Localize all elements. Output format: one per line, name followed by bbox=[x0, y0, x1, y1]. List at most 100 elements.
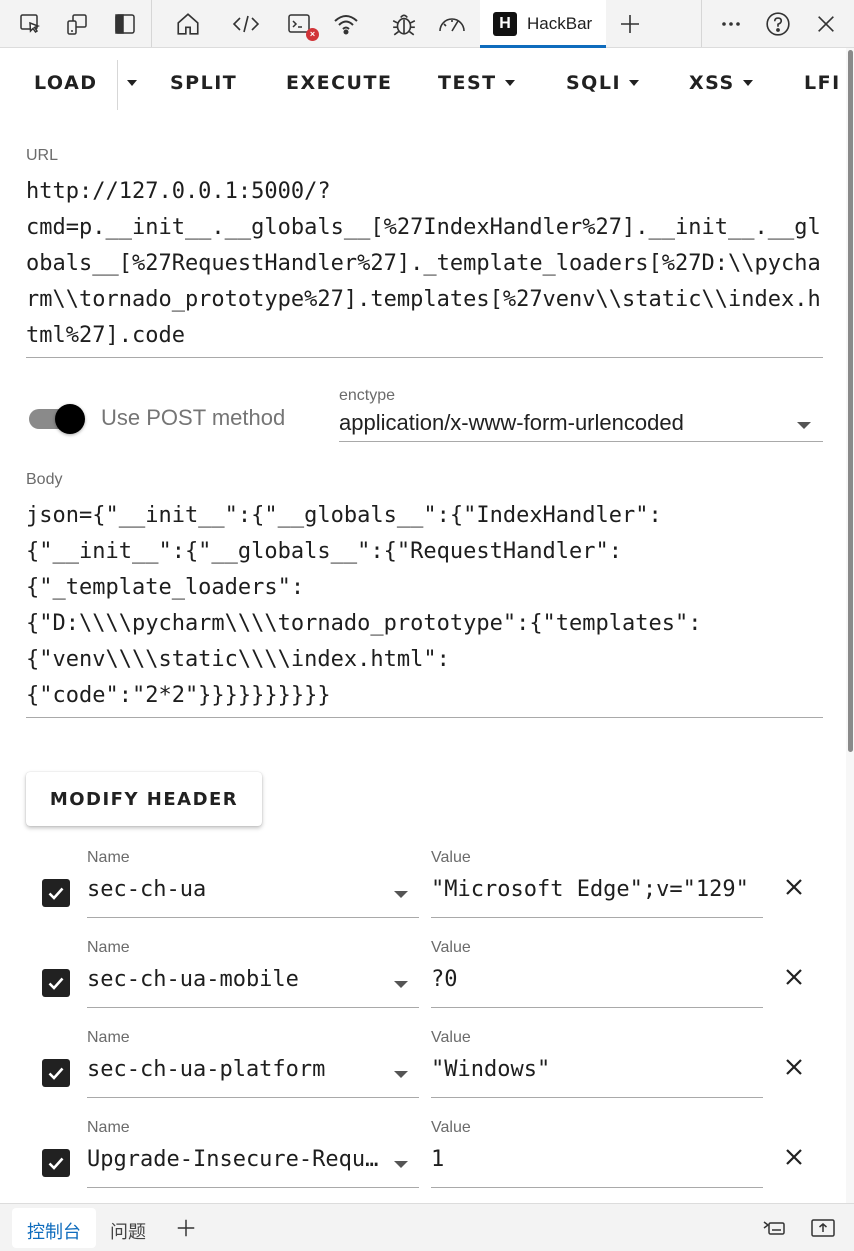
header-name-input[interactable]: sec-ch-ua-mobile bbox=[87, 967, 387, 992]
remove-icon[interactable] bbox=[782, 965, 806, 989]
test-menu-label: TEST bbox=[438, 72, 497, 94]
add-tab-icon[interactable] bbox=[614, 8, 646, 40]
more-icon[interactable] bbox=[715, 8, 747, 40]
header-enabled-checkbox[interactable] bbox=[42, 879, 70, 907]
dock-side-icon[interactable] bbox=[109, 8, 141, 40]
header-value-label: Value bbox=[431, 939, 471, 956]
sqli-menu-button[interactable]: SQLI bbox=[566, 66, 640, 100]
header-name-underline bbox=[87, 1097, 419, 1098]
test-menu-button[interactable]: TEST bbox=[438, 66, 515, 100]
toolbar-divider bbox=[701, 0, 702, 47]
modify-header-button[interactable]: MODIFY HEADER bbox=[26, 772, 262, 826]
network-icon[interactable] bbox=[330, 8, 362, 40]
header-name-underline bbox=[87, 917, 419, 918]
chevron-down-icon bbox=[629, 80, 640, 86]
bug-icon[interactable] bbox=[388, 8, 420, 40]
header-row: Name sec-ch-ua Value "Microsoft Edge";v=… bbox=[0, 849, 846, 939]
header-name-underline bbox=[87, 1187, 419, 1188]
header-enabled-checkbox[interactable] bbox=[42, 1149, 70, 1177]
console-icon[interactable]: × bbox=[284, 8, 319, 41]
check-icon bbox=[48, 887, 64, 900]
enctype-label: enctype bbox=[339, 387, 396, 404]
post-toggle[interactable] bbox=[55, 404, 85, 434]
url-input[interactable]: http://127.0.0.1:5000/? cmd=p.__init__._… bbox=[26, 174, 823, 354]
chevron-down-icon[interactable] bbox=[394, 981, 408, 988]
header-name-label: Name bbox=[87, 939, 130, 956]
header-name-input[interactable]: Upgrade-Insecure-Requests bbox=[87, 1147, 387, 1172]
header-name-label: Name bbox=[87, 1119, 130, 1136]
remove-icon[interactable] bbox=[782, 875, 806, 899]
remove-icon[interactable] bbox=[782, 1145, 806, 1169]
header-value-input[interactable]: "Microsoft Edge";v="129" bbox=[431, 877, 763, 902]
chevron-down-icon bbox=[127, 80, 137, 86]
header-value-label: Value bbox=[431, 1029, 471, 1046]
xss-menu-label: XSS bbox=[689, 72, 735, 94]
toolbar-divider bbox=[151, 0, 152, 47]
header-value-input[interactable]: "Windows" bbox=[431, 1057, 763, 1082]
tab-hackbar[interactable]: H HackBar bbox=[480, 0, 606, 48]
scrollbar-thumb[interactable] bbox=[848, 50, 853, 752]
close-icon[interactable] bbox=[810, 8, 842, 40]
post-method-label: Use POST method bbox=[101, 405, 286, 430]
header-value-input[interactable]: ?0 bbox=[431, 967, 763, 992]
chevron-down-icon bbox=[504, 80, 515, 86]
header-enabled-checkbox[interactable] bbox=[42, 1059, 70, 1087]
home-icon[interactable] bbox=[172, 8, 204, 40]
error-badge: × bbox=[306, 28, 319, 41]
header-name-underline bbox=[87, 1007, 419, 1008]
header-row: Name sec-ch-ua-mobile Value ?0 bbox=[0, 939, 846, 1029]
hackbar-toolbar: LOAD SPLIT EXECUTE TEST SQLI XSS LFI bbox=[0, 52, 846, 114]
header-value-label: Value bbox=[431, 1119, 471, 1136]
check-icon bbox=[48, 1067, 64, 1080]
header-name-label: Name bbox=[87, 849, 130, 866]
drawer-toolbar: 控制台 问题 bbox=[0, 1203, 854, 1251]
load-button[interactable]: LOAD bbox=[34, 66, 98, 100]
header-value-label: Value bbox=[431, 849, 471, 866]
lfi-menu-button[interactable]: LFI bbox=[804, 66, 846, 100]
header-value-underline bbox=[431, 1097, 763, 1098]
xss-menu-button[interactable]: XSS bbox=[689, 66, 753, 100]
header-value-underline bbox=[431, 917, 763, 918]
header-name-input[interactable]: sec-ch-ua-platform bbox=[87, 1057, 387, 1082]
tab-issues[interactable]: 问题 bbox=[110, 1218, 146, 1244]
remove-icon[interactable] bbox=[782, 1055, 806, 1079]
code-icon[interactable] bbox=[230, 8, 262, 40]
enctype-select[interactable]: application/x-www-form-urlencoded bbox=[339, 410, 684, 436]
header-value-input[interactable]: 1 bbox=[431, 1147, 763, 1172]
body-underline bbox=[26, 717, 823, 718]
add-tab-icon[interactable] bbox=[170, 1212, 202, 1244]
url-underline bbox=[26, 357, 823, 358]
chevron-down-icon bbox=[742, 80, 753, 86]
load-options-button[interactable] bbox=[118, 66, 146, 100]
lfi-menu-label: LFI bbox=[804, 72, 841, 94]
header-row: Name sec-ch-ua-platform Value "Windows" bbox=[0, 1029, 846, 1119]
help-icon[interactable] bbox=[762, 8, 794, 40]
split-button[interactable]: SPLIT bbox=[170, 66, 237, 100]
enctype-underline bbox=[339, 441, 823, 442]
tab-console[interactable]: 控制台 bbox=[12, 1208, 96, 1248]
performance-icon[interactable] bbox=[436, 8, 468, 40]
inspect-icon[interactable] bbox=[14, 8, 46, 40]
chevron-down-icon[interactable] bbox=[394, 1071, 408, 1078]
body-label: Body bbox=[26, 471, 63, 488]
header-enabled-checkbox[interactable] bbox=[42, 969, 70, 997]
body-input[interactable]: json={"__init__":{"__globals__":{"IndexH… bbox=[26, 498, 823, 714]
check-icon bbox=[48, 977, 64, 990]
header-value-underline bbox=[431, 1187, 763, 1188]
header-value-underline bbox=[431, 1007, 763, 1008]
header-name-label: Name bbox=[87, 1029, 130, 1046]
chevron-down-icon[interactable] bbox=[797, 422, 811, 429]
tab-title: HackBar bbox=[527, 14, 593, 33]
check-icon bbox=[48, 1157, 64, 1170]
device-emulation-icon[interactable] bbox=[61, 8, 93, 40]
tab-console-label: 控制台 bbox=[27, 1222, 81, 1242]
quick-view-icon[interactable] bbox=[758, 1212, 790, 1244]
header-name-input[interactable]: sec-ch-ua bbox=[87, 877, 387, 902]
hackbar-logo: H bbox=[493, 12, 517, 36]
chevron-down-icon[interactable] bbox=[394, 1161, 408, 1168]
execute-button[interactable]: EXECUTE bbox=[286, 66, 392, 100]
chevron-down-icon[interactable] bbox=[394, 891, 408, 898]
dock-bottom-icon[interactable] bbox=[807, 1212, 839, 1244]
header-row: Name Upgrade-Insecure-Requests Value 1 bbox=[0, 1119, 846, 1209]
sqli-menu-label: SQLI bbox=[566, 72, 622, 94]
